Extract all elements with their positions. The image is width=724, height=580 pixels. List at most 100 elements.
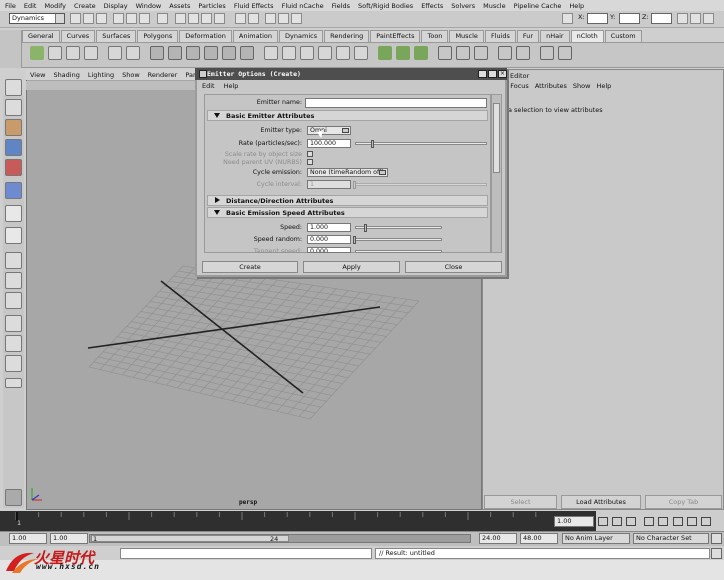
cache-icon[interactable] xyxy=(378,46,392,60)
shelf-tab-deformation[interactable]: Deformation xyxy=(179,30,232,42)
shelf-tab-ncloth[interactable]: nCloth xyxy=(570,30,604,42)
speed-random-field[interactable]: 0.000 xyxy=(307,235,351,244)
graph-layout-icon[interactable] xyxy=(5,315,22,332)
tangent-speed-field[interactable]: 0.000 xyxy=(307,247,351,253)
cache-icon[interactable] xyxy=(396,46,410,60)
film-icon[interactable] xyxy=(474,46,488,60)
constraint-icon[interactable] xyxy=(150,46,164,60)
open-scene-icon[interactable] xyxy=(83,13,94,24)
menu-modify[interactable]: Modify xyxy=(44,2,66,10)
ae-menu-show[interactable]: Show xyxy=(573,82,591,90)
film-icon[interactable] xyxy=(456,46,470,60)
start-time-field[interactable]: 1.00 xyxy=(9,533,47,544)
outliner-layout-icon[interactable] xyxy=(5,355,22,372)
shelf-tab-nhair[interactable]: nHair xyxy=(540,30,570,42)
pick-mask-icon[interactable] xyxy=(157,13,168,24)
shelf-tab-curves[interactable]: Curves xyxy=(60,30,96,42)
load-attributes-button[interactable]: Load Attributes xyxy=(561,495,641,509)
menu-fields[interactable]: Fields xyxy=(332,2,350,10)
shelf-tab-painteffects[interactable]: PaintEffects xyxy=(370,30,421,42)
film-icon[interactable] xyxy=(540,46,554,60)
copy-tab-button[interactable]: Copy Tab xyxy=(645,495,722,509)
emitter-name-field[interactable] xyxy=(305,98,487,108)
snap-curve-icon[interactable] xyxy=(188,13,199,24)
film-icon[interactable] xyxy=(516,46,530,60)
menu-solvers[interactable]: Solvers xyxy=(451,2,475,10)
step-back-frame-icon[interactable] xyxy=(626,517,636,526)
toggle-attr-editor-icon[interactable] xyxy=(677,13,688,24)
single-pane-layout-icon[interactable] xyxy=(5,252,22,269)
shelf-tab-dynamics[interactable]: Dynamics xyxy=(279,30,324,42)
rate-slider[interactable] xyxy=(355,142,487,145)
new-scene-icon[interactable] xyxy=(70,13,81,24)
menu-soft-rigid-bodies[interactable]: Soft/Rigid Bodies xyxy=(358,2,413,10)
rate-slider-thumb[interactable] xyxy=(371,140,374,148)
range-slider-handle[interactable] xyxy=(91,535,289,542)
snap-point-icon[interactable] xyxy=(201,13,212,24)
step-forward-frame-icon[interactable] xyxy=(673,517,683,526)
auto-key-icon[interactable] xyxy=(711,533,722,544)
snap-plane-icon[interactable] xyxy=(214,13,225,24)
cycle-emission-dropdown[interactable]: None (timeRandom off) xyxy=(307,168,388,177)
menu-muscle[interactable]: Muscle xyxy=(483,2,506,10)
film-icon[interactable] xyxy=(498,46,512,60)
current-frame-field[interactable]: 1.00 xyxy=(554,516,594,527)
film-icon[interactable] xyxy=(558,46,572,60)
go-to-start-icon[interactable] xyxy=(598,517,608,526)
menu-create[interactable]: Create xyxy=(74,2,96,10)
cache-icon[interactable] xyxy=(414,46,428,60)
select-object-icon[interactable] xyxy=(126,13,137,24)
last-tool-icon[interactable] xyxy=(5,227,22,244)
speed-slider[interactable] xyxy=(355,226,442,229)
emission-speed-section-header[interactable]: Basic Emission Speed Attributes xyxy=(207,207,488,218)
shelf-tab-animation[interactable]: Animation xyxy=(232,30,279,42)
shirt-icon[interactable] xyxy=(66,46,80,60)
manipulator-tool-icon[interactable] xyxy=(5,205,22,222)
apply-button[interactable]: Apply xyxy=(303,261,400,273)
rotate-tool-icon[interactable] xyxy=(5,159,22,176)
ae-menu-attributes[interactable]: Attributes xyxy=(535,82,567,90)
persp-outliner-layout-icon[interactable] xyxy=(5,292,22,309)
coord-z-field[interactable] xyxy=(651,13,672,24)
coord-x-field[interactable] xyxy=(587,13,608,24)
step-forward-key-icon[interactable] xyxy=(687,517,697,526)
menu-fluid-effects[interactable]: Fluid Effects xyxy=(234,2,274,10)
dialog-menu-help[interactable]: Help xyxy=(224,82,239,90)
ncloth-icon[interactable] xyxy=(30,46,44,60)
shirt-icon[interactable] xyxy=(282,46,296,60)
shelf-tab-muscle[interactable]: Muscle xyxy=(449,30,484,42)
select-component-icon[interactable] xyxy=(139,13,150,24)
shirt-icon[interactable] xyxy=(318,46,332,60)
render-settings-icon[interactable] xyxy=(291,13,302,24)
dialog-title-bar[interactable]: Emitter Options (Create) xyxy=(195,68,507,80)
play-backwards-icon[interactable] xyxy=(644,517,654,526)
input-mode-icon[interactable] xyxy=(562,13,573,24)
menu-assets[interactable]: Assets xyxy=(169,2,190,10)
shelf-tab-fur[interactable]: Fur xyxy=(516,30,540,42)
history-icon[interactable] xyxy=(235,13,246,24)
select-hierarchy-icon[interactable] xyxy=(113,13,124,24)
hypershade-layout-icon[interactable] xyxy=(5,335,22,352)
speed-slider-thumb[interactable] xyxy=(364,224,367,232)
menu-fluid-ncache[interactable]: Fluid nCache xyxy=(282,2,324,10)
ae-select-button[interactable]: Select xyxy=(484,495,557,509)
scale-rate-checkbox[interactable] xyxy=(307,151,313,157)
shelf-tab-rendering[interactable]: Rendering xyxy=(324,30,370,42)
maximize-icon[interactable] xyxy=(488,70,497,78)
viewport-menu-renderer[interactable]: Renderer xyxy=(148,71,178,79)
menu-pipeline-cache[interactable]: Pipeline Cache xyxy=(514,2,562,10)
viewport-menu-view[interactable]: View xyxy=(30,71,45,79)
menu-set-dropdown[interactable]: Dynamics xyxy=(9,13,65,24)
paint-tool-icon[interactable] xyxy=(5,119,22,136)
constraint-icon[interactable] xyxy=(222,46,236,60)
snap-grid-icon[interactable] xyxy=(175,13,186,24)
shirt-icon[interactable] xyxy=(336,46,350,60)
scale-tool-icon[interactable] xyxy=(5,182,22,199)
basic-emitter-section-header[interactable]: Basic Emitter Attributes xyxy=(207,110,488,121)
shelf-tab-custom[interactable]: Custom xyxy=(604,30,642,42)
coord-y-field[interactable] xyxy=(619,13,640,24)
viewport-menu-show[interactable]: Show xyxy=(122,71,140,79)
shirt-icon[interactable] xyxy=(108,46,122,60)
lasso-tool-icon[interactable] xyxy=(5,99,22,116)
rate-field[interactable]: 100.000 xyxy=(307,139,351,148)
